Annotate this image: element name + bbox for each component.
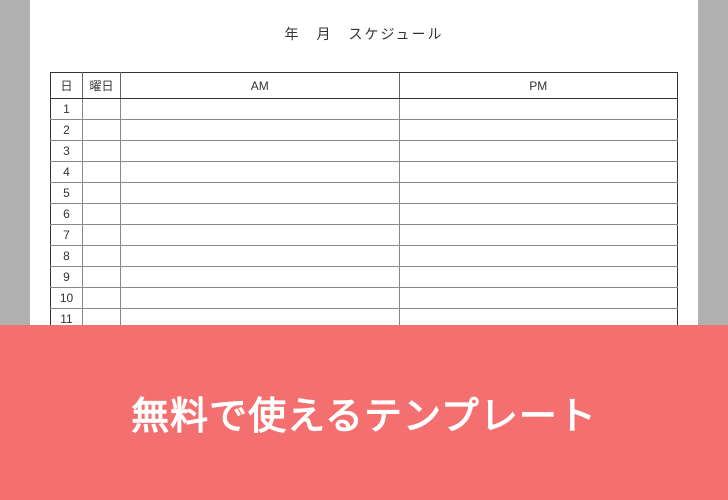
cell-pm xyxy=(399,183,678,204)
cell-am xyxy=(121,267,400,288)
cell-weekday xyxy=(83,204,121,225)
page-title: 年 月 スケジュール xyxy=(50,24,678,44)
cell-weekday xyxy=(83,246,121,267)
cell-am xyxy=(121,246,400,267)
header-am: AM xyxy=(121,73,400,99)
cell-pm xyxy=(399,225,678,246)
cell-weekday xyxy=(83,288,121,309)
cell-day: 4 xyxy=(51,162,83,183)
table-header-row: 日 曜日 AM PM xyxy=(51,73,678,99)
table-row: 9 xyxy=(51,267,678,288)
banner: 無料で使えるテンプレート xyxy=(0,325,728,500)
banner-text: 無料で使えるテンプレート xyxy=(131,385,597,440)
cell-am xyxy=(121,120,400,141)
cell-day: 6 xyxy=(51,204,83,225)
cell-weekday xyxy=(83,120,121,141)
cell-weekday xyxy=(83,183,121,204)
cell-pm xyxy=(399,120,678,141)
cell-pm xyxy=(399,141,678,162)
cell-day: 2 xyxy=(51,120,83,141)
cell-weekday xyxy=(83,162,121,183)
cell-weekday xyxy=(83,99,121,120)
table-row: 2 xyxy=(51,120,678,141)
cell-am xyxy=(121,99,400,120)
cell-am xyxy=(121,225,400,246)
cell-day: 3 xyxy=(51,141,83,162)
cell-am xyxy=(121,183,400,204)
cell-day: 5 xyxy=(51,183,83,204)
table-row: 10 xyxy=(51,288,678,309)
cell-day: 9 xyxy=(51,267,83,288)
cell-day: 7 xyxy=(51,225,83,246)
table-body: 1 2 3 4 xyxy=(51,99,678,330)
cell-pm xyxy=(399,246,678,267)
cell-weekday xyxy=(83,225,121,246)
header-day: 日 xyxy=(51,73,83,99)
table-row: 8 xyxy=(51,246,678,267)
cell-am xyxy=(121,288,400,309)
cell-am xyxy=(121,204,400,225)
cell-day: 1 xyxy=(51,99,83,120)
cell-weekday xyxy=(83,267,121,288)
cell-am xyxy=(121,162,400,183)
table-row: 1 xyxy=(51,99,678,120)
table-row: 7 xyxy=(51,225,678,246)
schedule-table: 日 曜日 AM PM 1 2 3 xyxy=(50,72,678,330)
table-row: 3 xyxy=(51,141,678,162)
cell-day: 10 xyxy=(51,288,83,309)
table-row: 5 xyxy=(51,183,678,204)
cell-day: 8 xyxy=(51,246,83,267)
cell-pm xyxy=(399,267,678,288)
cell-pm xyxy=(399,204,678,225)
header-pm: PM xyxy=(399,73,678,99)
cell-am xyxy=(121,141,400,162)
cell-weekday xyxy=(83,141,121,162)
cell-pm xyxy=(399,288,678,309)
cell-pm xyxy=(399,162,678,183)
cell-pm xyxy=(399,99,678,120)
table-row: 4 xyxy=(51,162,678,183)
table-row: 6 xyxy=(51,204,678,225)
header-weekday: 曜日 xyxy=(83,73,121,99)
